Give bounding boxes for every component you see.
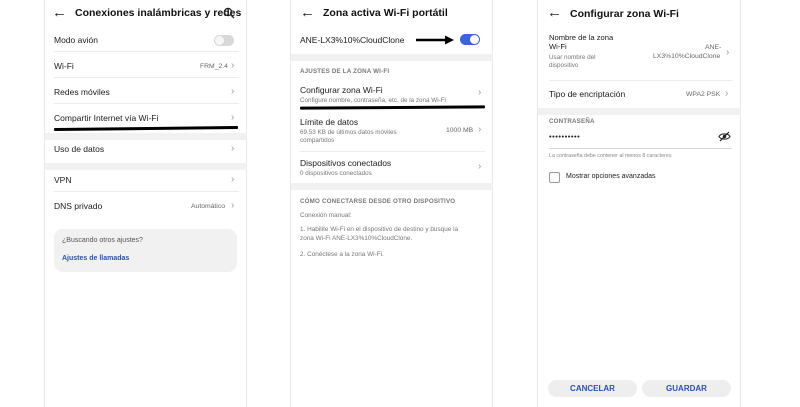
private-dns-label: DNS privado — [54, 201, 103, 211]
wifi-hotspot-label: Compartir Internet vía Wi-Fi — [54, 113, 159, 123]
chevron-right-icon: › — [478, 87, 482, 98]
data-usage-row[interactable]: Uso de datos › — [45, 139, 248, 159]
chevron-right-icon: › — [726, 47, 730, 58]
configure-hotspot-label: Configurar zona Wi-Fi — [300, 85, 383, 95]
back-arrow-icon[interactable]: ← — [300, 5, 315, 20]
how-to-connect-section: CÓMO CONECTARSE DESDE OTRO DISPOSITIVO — [300, 198, 456, 205]
call-settings-link[interactable]: Ajustes de llamadas — [62, 255, 129, 262]
data-limit-description: 69.53 KB de últimos datos móviles — [300, 129, 397, 136]
private-dns-row[interactable]: DNS privado Automático › — [45, 196, 248, 216]
mobile-networks-label: Redes móviles — [54, 87, 110, 97]
vpn-row[interactable]: VPN › — [45, 170, 248, 190]
mobile-networks-row[interactable]: Redes móviles › — [45, 82, 248, 102]
data-usage-label: Uso de datos — [54, 144, 105, 154]
hotspot-name-value: ANE- — [705, 44, 722, 51]
connected-devices-count: 0 dispositivos conectados — [300, 170, 372, 177]
airplane-mode-row[interactable]: Modo avión — [45, 30, 248, 50]
back-arrow-icon[interactable]: ← — [547, 5, 562, 20]
connected-devices-label: Dispositivos conectados — [300, 158, 392, 168]
wifi-network-value: FRM_2.4 — [200, 63, 228, 70]
use-device-name-hint: Usar nombre del — [549, 54, 596, 61]
configure-hotspot-description: Configure nombre, contraseña, etc. de la… — [300, 97, 446, 104]
password-field[interactable]: •••••••••• — [549, 130, 732, 146]
chevron-right-icon: › — [478, 124, 482, 135]
chevron-right-icon: › — [231, 60, 235, 71]
hotspot-name-row[interactable]: Nombre de la zona Wi-Fi Usar nombre del … — [538, 30, 742, 78]
wifi-hotspot-row[interactable]: Compartir Internet vía Wi-Fi › — [45, 108, 248, 128]
data-limit-row[interactable]: Límite de datos 69.53 KB de últimos dato… — [291, 114, 494, 150]
show-advanced-options[interactable]: Mostrar opciones avanzadas — [549, 171, 732, 185]
other-settings-card: ¿Buscando otros ajustes? Ajustes de llam… — [54, 229, 237, 272]
wifi-label: Wi-Fi — [54, 61, 74, 71]
portable-hotspot-screen: ← Zona activa Wi-Fi portátil ANE-LX3%10%… — [290, 0, 493, 407]
data-limit-description-cont: compartidos — [300, 137, 335, 144]
password-hint: La contraseña debe contener al menos 8 c… — [549, 153, 672, 159]
hotspot-name: ANE-LX3%10%CloudClone — [300, 35, 405, 45]
vpn-label: VPN — [54, 175, 72, 185]
hotspot-name-label: Nombre de la zona — [549, 33, 614, 42]
wireless-networks-screen: ← Conexiones inalámbricas y redes Modo a… — [44, 0, 247, 407]
search-icon[interactable] — [223, 7, 235, 19]
chevron-right-icon: › — [231, 200, 235, 211]
step-two-text: 2. Conéctese a la zona Wi-Fi. — [300, 251, 384, 258]
advanced-options-checkbox[interactable] — [549, 172, 560, 183]
page-title: Conexiones inalámbricas y redes — [75, 7, 242, 19]
airplane-mode-toggle[interactable] — [214, 35, 234, 46]
chevron-right-icon: › — [231, 143, 235, 154]
chevron-right-icon: › — [478, 161, 482, 172]
chevron-right-icon: › — [725, 88, 729, 99]
other-settings-question: ¿Buscando otros ajustes? — [62, 237, 143, 244]
hotspot-toggle-row[interactable]: ANE-LX3%10%CloudClone — [291, 30, 494, 50]
hotspot-settings-section: AJUSTES DE LA ZONA WI-FI — [300, 68, 390, 75]
eye-off-icon[interactable] — [718, 131, 731, 142]
manual-connection-label: Conexión manual: — [300, 212, 352, 219]
use-device-name-hint-cont: dispositivo — [549, 62, 579, 69]
encryption-type-row[interactable]: Tipo de encriptación WPA2 PSK › — [538, 84, 742, 104]
cancel-button[interactable]: CANCELAR — [548, 380, 637, 397]
encryption-type-label: Tipo de encriptación — [549, 89, 626, 99]
password-section: CONTRASEÑA — [549, 118, 595, 125]
data-limit-value: 1000 MB — [446, 127, 474, 134]
chevron-right-icon: › — [231, 174, 235, 185]
airplane-mode-label: Modo avión — [54, 35, 98, 45]
highlight-underline — [53, 126, 239, 131]
password-value: •••••••••• — [549, 132, 581, 141]
step-one-text-cont: zona Wi-Fi ANE-LX3%10%CloudClone. — [300, 235, 413, 242]
save-button[interactable]: GUARDAR — [642, 380, 731, 397]
advanced-options-label: Mostrar opciones avanzadas — [566, 173, 656, 180]
back-arrow-icon[interactable]: ← — [52, 5, 67, 20]
page-title: Zona activa Wi-Fi portátil — [323, 7, 448, 19]
chevron-right-icon: › — [231, 86, 235, 97]
connected-devices-row[interactable]: Dispositivos conectados 0 dispositivos c… — [291, 155, 494, 181]
arrow-annotation-icon — [416, 35, 454, 45]
encryption-type-value: WPA2 PSK — [686, 91, 721, 98]
hotspot-name-value-cont: LX3%10%CloudClone — [653, 53, 721, 60]
page-title: Configurar zona Wi-Fi — [570, 8, 679, 20]
data-limit-label: Límite de datos — [300, 117, 359, 127]
wifi-row[interactable]: Wi-Fi FRM_2.4 › — [45, 56, 248, 76]
private-dns-value: Automático — [191, 203, 226, 210]
hotspot-name-label-cont: Wi-Fi — [549, 42, 567, 51]
configure-hotspot-screen: ← Configurar zona Wi-Fi Nombre de la zon… — [537, 0, 741, 407]
chevron-right-icon: › — [231, 112, 235, 123]
hotspot-toggle[interactable] — [460, 34, 480, 45]
